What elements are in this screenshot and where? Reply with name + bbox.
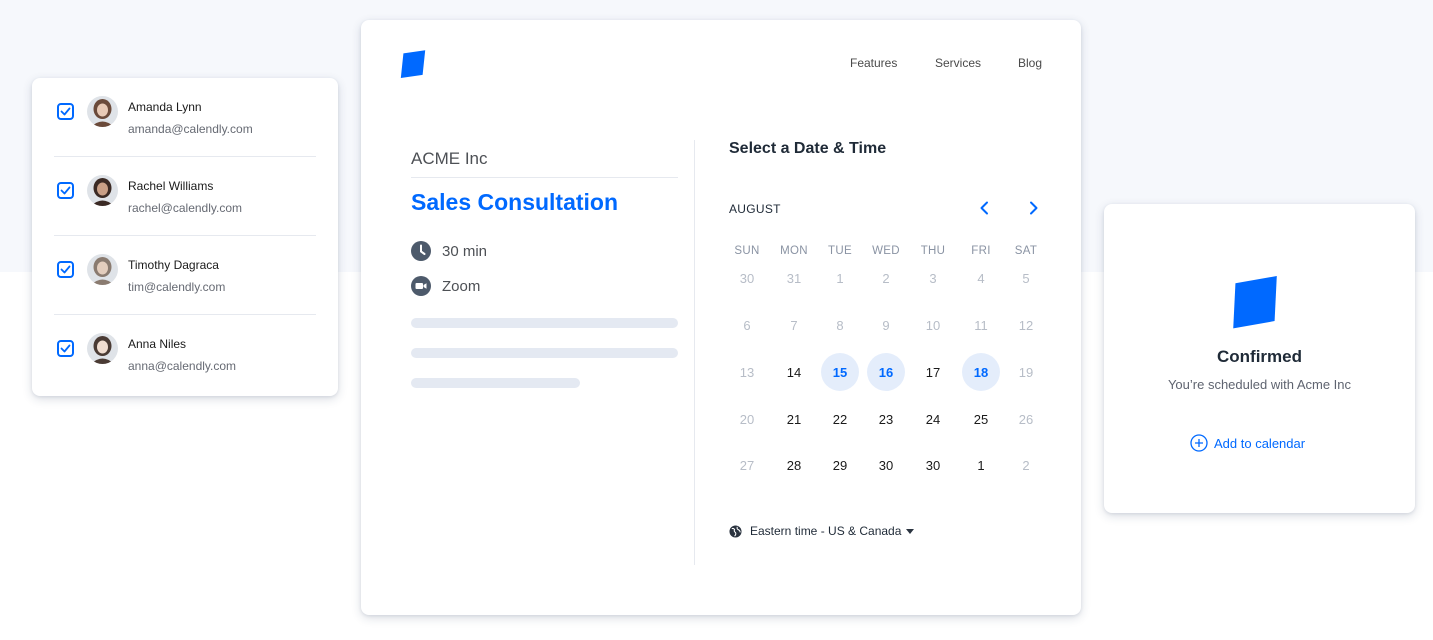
chevron-left-icon	[980, 201, 988, 215]
calendar-day-unavailable: 12	[1018, 317, 1034, 333]
team-members-card: Amanda Lynn amanda@calendly.com Rachel Wil…	[32, 78, 338, 396]
team-member-row: Rachel Williams rachel@calendly.com	[54, 157, 316, 236]
calendar-day-unavailable: 13	[739, 364, 755, 380]
calendar-day-available[interactable]: 30	[867, 446, 905, 484]
calendar-day-unavailable: 26	[1018, 411, 1034, 427]
calendar-day-available-highlighted[interactable]: 16	[867, 353, 905, 391]
calendar-day-unavailable: 2	[1022, 457, 1030, 473]
calendar-day-unavailable: 2	[882, 270, 890, 286]
member-name: Amanda Lynn	[128, 100, 202, 114]
team-member-row: Anna Niles anna@calendly.com	[54, 315, 316, 394]
calendar-day-unavailable: 27	[739, 457, 755, 473]
calendar-day-available[interactable]: 29	[821, 446, 859, 484]
calendar-day-available[interactable]: 25	[962, 400, 1000, 438]
calendar-day-available[interactable]: 17	[914, 353, 952, 391]
booking-page-card: Features Services Blog ACME Inc Sales Co…	[361, 20, 1081, 615]
calendar-day-unavailable: 11	[974, 317, 988, 333]
add-to-calendar-label: Add to calendar	[1214, 435, 1306, 451]
checkmark-icon	[60, 265, 71, 274]
member-email: amanda@calendly.com	[128, 122, 253, 136]
checkmark-icon	[60, 107, 71, 116]
calendar-day-available[interactable]: 23	[867, 400, 905, 438]
timezone-selector[interactable]: Eastern time - US & Canada	[729, 524, 915, 538]
nav-link-blog[interactable]: Blog	[1018, 56, 1042, 70]
confirmation-subtitle: You’re scheduled with Acme Inc	[1167, 377, 1352, 392]
calendar-day-unavailable: 8	[836, 317, 844, 333]
calendar-day-available[interactable]: 28	[775, 446, 813, 484]
calendar-day-available[interactable]: 22	[821, 400, 859, 438]
chevron-right-icon	[1030, 201, 1038, 215]
checkmark-icon	[60, 344, 71, 353]
checkmark-icon	[60, 186, 71, 195]
calendar-day-available[interactable]: 30	[914, 446, 952, 484]
description-placeholder-line	[411, 348, 678, 358]
team-member-list: Amanda Lynn amanda@calendly.com Rachel Wil…	[54, 78, 316, 394]
event-duration-text: 30 min	[442, 242, 488, 260]
calendar-day-available-highlighted[interactable]: 15	[821, 353, 859, 391]
member-checkbox[interactable]	[57, 261, 74, 278]
calendar-month: AUGUST	[729, 202, 781, 216]
team-member-row: Timothy Dagraca tim@calendly.com	[54, 236, 316, 315]
calendar-day-unavailable: 6	[743, 317, 751, 333]
calendar-day-unavailable: 5	[1022, 270, 1030, 286]
member-checkbox[interactable]	[57, 182, 74, 199]
calendar-day-unavailable: 4	[977, 270, 985, 286]
add-to-calendar-button[interactable]: Add to calendar	[1190, 434, 1305, 452]
avatar	[87, 96, 118, 127]
calendar-day-available[interactable]: 14	[775, 353, 813, 391]
calendar-day-available[interactable]: 1	[962, 446, 1000, 484]
calendar-day-unavailable: 20	[739, 411, 755, 427]
nav-link-services[interactable]: Services	[935, 56, 981, 70]
member-checkbox[interactable]	[57, 103, 74, 120]
calendar-day-unavailable: 1	[836, 270, 844, 286]
member-checkbox[interactable]	[57, 340, 74, 357]
member-email: tim@calendly.com	[128, 280, 226, 294]
globe-icon	[729, 524, 742, 538]
calendar-day-unavailable: 10	[925, 317, 941, 333]
avatar	[87, 254, 118, 285]
brand-logo-icon	[1233, 275, 1277, 329]
calendar-day-unavailable: 9	[882, 317, 890, 333]
video-camera-icon	[411, 276, 431, 296]
plus-circle-icon	[1190, 434, 1208, 452]
calendar-day-unavailable: 7	[790, 317, 798, 333]
event-location-text: Zoom	[442, 277, 481, 295]
member-email: rachel@calendly.com	[128, 201, 243, 215]
description-placeholder-line	[411, 318, 678, 328]
calendar-day-unavailable: 31	[786, 270, 802, 286]
description-placeholder-line	[411, 378, 580, 388]
team-member-row: Amanda Lynn amanda@calendly.com	[54, 78, 316, 157]
event-divider	[411, 177, 678, 178]
previous-month-button[interactable]	[974, 198, 994, 218]
caret-down-icon	[906, 528, 915, 534]
event-duration: 30 min	[411, 241, 487, 261]
panel-divider	[694, 140, 695, 565]
company-name: ACME Inc	[411, 149, 488, 168]
timezone-label: Eastern time - US & Canada	[750, 524, 902, 538]
confirmation-card: Confirmed You’re scheduled with Acme Inc…	[1104, 204, 1415, 513]
clock-icon	[411, 241, 431, 261]
calendar-heading: Select a Date & Time	[729, 140, 887, 157]
calendar-day-available[interactable]: 24	[914, 400, 952, 438]
member-name: Rachel Williams	[128, 179, 214, 193]
calendar-day-unavailable: 19	[1018, 364, 1034, 380]
member-name: Anna Niles	[128, 337, 187, 351]
calendar-day-available[interactable]: 21	[775, 400, 813, 438]
calendar-grid: 30 31 1 2 3 4 5 6 7 8 9 10 11 12 13 14 15 16 17 18 19 20 21 22 2…	[723, 253, 1063, 493]
member-email: anna@calendly.com	[128, 359, 237, 373]
avatar	[87, 175, 118, 206]
event-title: Sales Consultation	[411, 189, 619, 215]
avatar	[87, 333, 118, 364]
calendar-day-unavailable: 30	[739, 270, 755, 286]
event-location: Zoom	[411, 276, 480, 296]
member-name: Timothy Dagraca	[128, 258, 219, 272]
next-month-button[interactable]	[1024, 198, 1044, 218]
calendar-day-available-highlighted[interactable]: 18	[962, 353, 1000, 391]
nav-link-features[interactable]: Features	[850, 56, 897, 70]
calendar-day-unavailable: 3	[929, 270, 937, 286]
confirmation-title: Confirmed	[1217, 347, 1302, 366]
brand-logo-icon	[400, 50, 426, 78]
